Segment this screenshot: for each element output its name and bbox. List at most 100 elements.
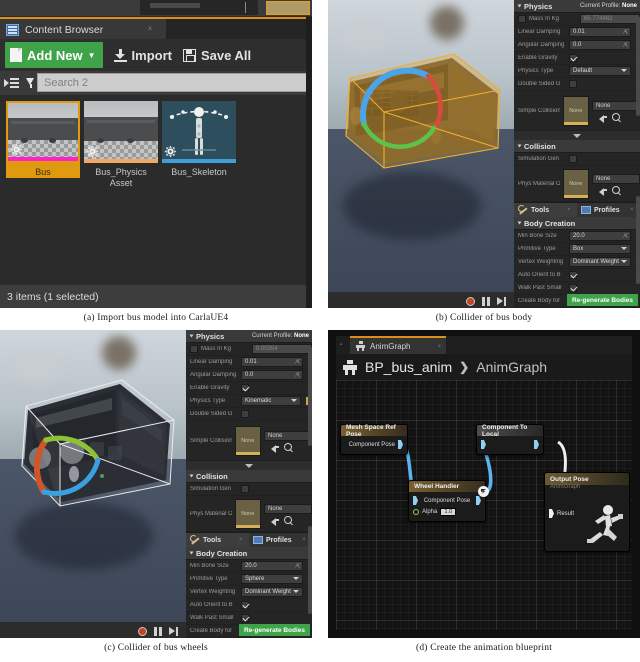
breadcrumb-root[interactable]: BP_bus_anim: [365, 359, 452, 375]
pin-row[interactable]: [481, 439, 539, 450]
simulation-generates-checkbox[interactable]: [241, 485, 249, 493]
property-row-vertex-weighting[interactable]: Vertex Weighting Dominant Weight: [186, 586, 312, 599]
tab-tools[interactable]: Tools ×: [514, 203, 577, 217]
property-row-auto-orient[interactable]: Auto Orient to B: [514, 269, 640, 282]
walk-past-small-checkbox[interactable]: [569, 284, 577, 292]
filter-icon[interactable]: [26, 78, 35, 88]
viewport[interactable]: [328, 0, 514, 308]
save-all-button[interactable]: Save All: [183, 48, 251, 63]
browse-asset-icon[interactable]: [612, 185, 620, 194]
pose-pin[interactable]: [398, 440, 403, 449]
vertex-weighting-dropdown[interactable]: Dominant Weight: [569, 257, 631, 267]
close-icon[interactable]: ×: [437, 344, 441, 350]
property-row-angular-damping[interactable]: Angular Damping 0.0 ⇱: [514, 39, 640, 52]
section-header-body-creation[interactable]: Body Creation: [514, 217, 640, 230]
vertex-weighting-dropdown[interactable]: Dominant Weight: [241, 587, 303, 597]
asset-picker-field[interactable]: None: [592, 173, 640, 184]
physics-type-dropdown[interactable]: Default: [569, 66, 631, 76]
double-sided-checkbox[interactable]: [241, 410, 249, 418]
tab-close-icon[interactable]: ×: [146, 25, 154, 33]
property-row-physics-type[interactable]: Physics Type Kinematic: [186, 395, 312, 408]
browse-asset-icon[interactable]: [612, 112, 620, 121]
tab-animgraph[interactable]: AnimGraph ×: [350, 336, 446, 354]
property-row-double-sided[interactable]: Double Sided G: [514, 78, 640, 91]
asset-picker-field[interactable]: None: [264, 430, 312, 441]
enable-gravity-checkbox[interactable]: [241, 384, 249, 392]
tab-profiles[interactable]: Profiles ×: [577, 203, 640, 217]
import-button[interactable]: Import: [113, 48, 172, 63]
property-row-auto-orient[interactable]: Auto Orient to B: [186, 599, 312, 612]
property-value[interactable]: 0.01 ⇱: [241, 357, 303, 367]
pause-button[interactable]: [482, 297, 490, 306]
property-row-enable-gravity[interactable]: Enable Gravity: [514, 52, 640, 65]
node-output-pose[interactable]: Output Pose AnimGraph Result: [544, 472, 630, 552]
reroute-node-icon[interactable]: [478, 486, 489, 497]
alpha-pin[interactable]: [413, 508, 419, 515]
walk-past-small-checkbox[interactable]: [241, 614, 249, 622]
breadcrumb-current[interactable]: AnimGraph: [476, 359, 547, 375]
phys-material-thumbnail[interactable]: None: [234, 498, 261, 529]
simple-collision-thumbnail[interactable]: None: [562, 95, 589, 126]
regenerate-bodies-button[interactable]: Re-generate Bodies: [238, 624, 310, 636]
property-row-linear-damping[interactable]: Linear Damping 0.01 ⇱: [186, 356, 312, 369]
asset-tile-bus[interactable]: Bus: [6, 101, 80, 178]
details-scrollbar[interactable]: [308, 346, 312, 446]
alpha-input[interactable]: 1.0: [440, 507, 457, 516]
tab-profiles[interactable]: Profiles ×: [249, 533, 312, 547]
close-icon[interactable]: ×: [239, 537, 245, 543]
simulation-generates-checkbox[interactable]: [569, 155, 577, 163]
use-selected-asset-icon[interactable]: [599, 113, 607, 123]
pause-button[interactable]: [154, 627, 162, 636]
property-row-angular-damping[interactable]: Angular Damping 0.0 ⇱: [186, 369, 312, 382]
pose-output-pin[interactable]: [476, 496, 481, 505]
physics-type-dropdown[interactable]: Kinematic: [241, 396, 301, 406]
record-button[interactable]: [138, 627, 147, 636]
primitive-type-dropdown[interactable]: Box: [569, 244, 631, 254]
property-value[interactable]: 0.01 ⇱: [569, 27, 631, 37]
property-value[interactable]: 20.0 ⇱: [241, 561, 303, 571]
property-row-mass[interactable]: Mass In Kg 0.00354: [186, 343, 312, 356]
auto-orient-checkbox[interactable]: [569, 271, 577, 279]
property-value[interactable]: 20.0 ⇱: [569, 231, 631, 241]
tab-overflow-icon[interactable]: ▪: [340, 342, 342, 348]
property-row-phys-material[interactable]: Phys Material O None None: [514, 166, 640, 202]
viewport[interactable]: [0, 330, 186, 638]
mass-override-checkbox[interactable]: [518, 15, 526, 23]
add-new-button[interactable]: Add New ▼: [5, 42, 103, 68]
browse-asset-icon[interactable]: [284, 515, 292, 524]
property-row-simple-collision[interactable]: Simple Collision None None: [514, 91, 640, 131]
section-expander[interactable]: [514, 131, 640, 140]
graph-canvas[interactable]: Mesh Space Ref Pose Component Pose Compo…: [336, 380, 632, 630]
partial-text-field[interactable]: [140, 0, 258, 15]
step-button[interactable]: [169, 627, 178, 636]
record-button[interactable]: [466, 297, 475, 306]
property-row-primitive-type[interactable]: Primitive Type Box: [514, 243, 640, 256]
pose-input-pin[interactable]: [413, 496, 418, 505]
asset-picker-field[interactable]: None: [592, 100, 640, 111]
simple-collision-thumbnail[interactable]: None: [234, 425, 261, 456]
node-wheel-handler[interactable]: Wheel Handler Component Pose Alpha 1.0: [408, 480, 486, 522]
use-selected-asset-icon[interactable]: [271, 443, 279, 453]
tools-scrollbar[interactable]: [308, 526, 312, 614]
asset-tile-bus-skeleton[interactable]: Bus_Skeleton: [162, 101, 236, 178]
property-row-double-sided[interactable]: Double Sided G: [186, 408, 312, 421]
double-sided-checkbox[interactable]: [569, 80, 577, 88]
search-input[interactable]: Search 2: [37, 73, 312, 92]
property-value[interactable]: 0.00354: [252, 344, 312, 354]
section-header-collision[interactable]: Collision: [514, 140, 640, 153]
property-row-min-bone-size[interactable]: Min Bone Size 20.0 ⇱: [186, 560, 312, 573]
mass-override-checkbox[interactable]: [190, 345, 198, 353]
step-button[interactable]: [497, 297, 506, 306]
tab-content-browser[interactable]: Content Browser: [0, 19, 166, 41]
property-row-vertex-weighting[interactable]: Vertex Weighting Dominant Weight: [514, 256, 640, 269]
sources-toggle-icon[interactable]: [4, 77, 19, 90]
section-header-body-creation[interactable]: Body Creation: [186, 547, 312, 560]
asset-picker-field[interactable]: None: [264, 503, 312, 514]
auto-orient-checkbox[interactable]: [241, 601, 249, 609]
property-row-primitive-type[interactable]: Primitive Type Sphere: [186, 573, 312, 586]
result-pin[interactable]: [549, 509, 554, 518]
enable-gravity-checkbox[interactable]: [569, 54, 577, 62]
asset-tile-bus-physics-asset[interactable]: Bus_Physics Asset: [84, 101, 158, 189]
use-selected-asset-icon[interactable]: [271, 516, 279, 526]
primitive-type-dropdown[interactable]: Sphere: [241, 574, 303, 584]
